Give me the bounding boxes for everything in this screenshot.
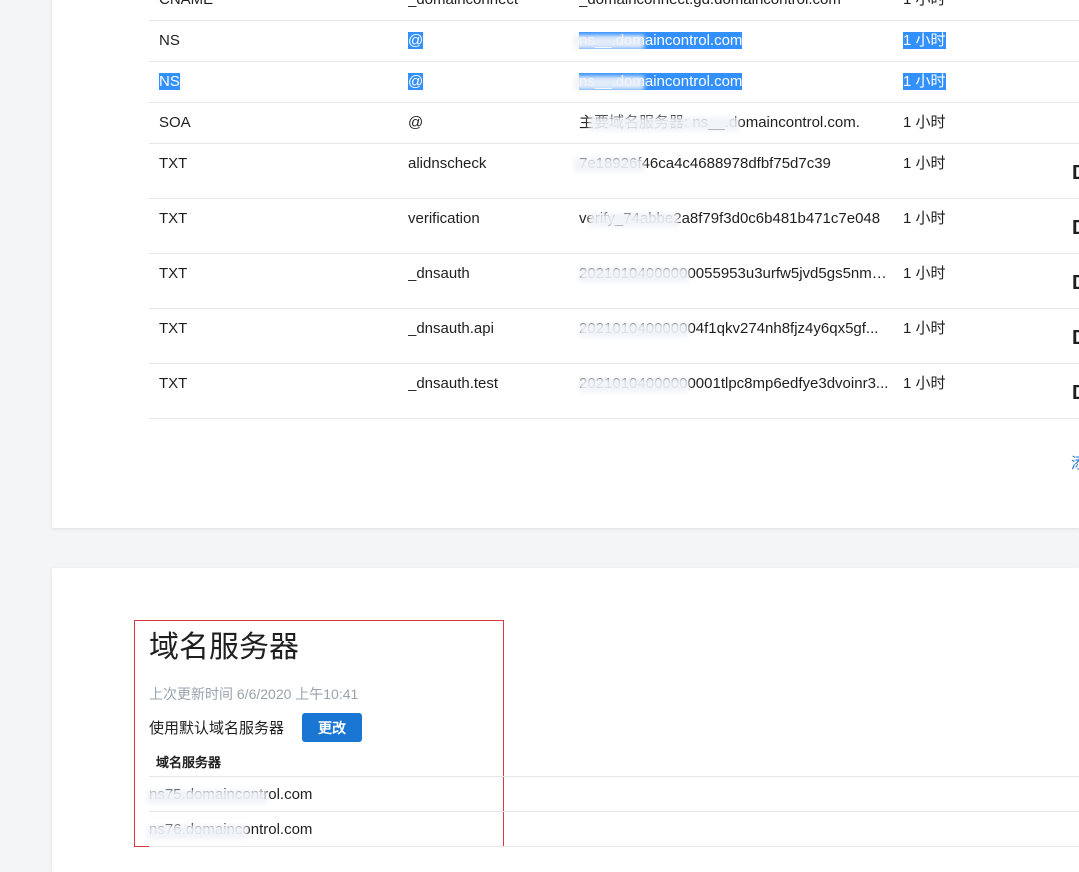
row-action-button[interactable]: D bbox=[1072, 163, 1079, 183]
dns-record-row: TXT _dnsauth.test 20210104000000001tlpc8mp… bbox=[149, 364, 1079, 419]
record-ttl: 1 小时 bbox=[903, 155, 963, 173]
record-ttl-text: 1 小时 bbox=[903, 73, 946, 90]
record-name: verification bbox=[408, 210, 558, 228]
record-type: TXT bbox=[159, 155, 359, 173]
record-ttl: 1 小时 bbox=[903, 73, 963, 91]
nameservers-card: 域名服务器 上次更新时间 6/6/2020 上午10:41 使用默认域名服务器 … bbox=[52, 568, 1079, 872]
dns-record-row: TXT _dnsauth 20210104000000055953u3urfw5jv… bbox=[149, 254, 1079, 309]
record-type: TXT bbox=[159, 375, 359, 393]
row-action-button[interactable]: D bbox=[1072, 218, 1079, 238]
record-type-text: TXT bbox=[159, 210, 188, 227]
record-ttl-text: 1 小时 bbox=[903, 210, 946, 227]
dns-record-row: TXT _dnsauth.api 202101040000004f1qkv274nh… bbox=[149, 309, 1079, 364]
record-type: CNAME bbox=[159, 0, 359, 9]
redaction-blur bbox=[147, 790, 267, 804]
record-name-text: @ bbox=[408, 114, 424, 131]
record-type-text: NS bbox=[159, 73, 180, 90]
redaction-blur bbox=[574, 158, 644, 172]
redaction-blur bbox=[579, 268, 689, 282]
record-value: _domainconnect.gd.domaincontrol.com bbox=[579, 0, 889, 9]
record-type: NS bbox=[159, 73, 359, 91]
record-name: @ bbox=[408, 73, 558, 91]
record-name-text: @ bbox=[408, 73, 424, 90]
record-name-text: verification bbox=[408, 210, 480, 227]
record-ttl-text: 1 小时 bbox=[903, 320, 946, 337]
divider bbox=[149, 776, 1079, 777]
record-name-text: _dnsauth bbox=[408, 265, 470, 282]
record-name: alidnscheck bbox=[408, 155, 558, 173]
record-ttl-text: 1 小时 bbox=[903, 155, 946, 172]
nameservers-title: 域名服务器 bbox=[149, 631, 299, 664]
dns-record-row: SOA@主要域名服务器: ns__.domaincontrol.com.1 小时 bbox=[149, 103, 1079, 144]
row-action-button[interactable]: D bbox=[1072, 383, 1079, 403]
record-ttl: 1 小时 bbox=[903, 375, 963, 393]
redaction-blur bbox=[579, 378, 689, 392]
record-type: SOA bbox=[159, 114, 359, 132]
record-ttl: 1 小时 bbox=[903, 320, 963, 338]
redaction-blur bbox=[574, 35, 644, 49]
record-type-text: TXT bbox=[159, 155, 188, 172]
record-type: NS bbox=[159, 32, 359, 50]
record-ttl: 1 小时 bbox=[903, 114, 963, 132]
record-type: TXT bbox=[159, 265, 359, 283]
record-name: _dnsauth bbox=[408, 265, 558, 283]
record-type: TXT bbox=[159, 320, 359, 338]
record-name-text: _domainconnect bbox=[408, 0, 518, 8]
redaction-blur bbox=[589, 213, 679, 227]
redaction-blur bbox=[579, 323, 689, 337]
record-type-text: TXT bbox=[159, 265, 188, 282]
dns-records-table: CNAME _domainconnect _domainconnect.gd.dom… bbox=[149, 0, 1079, 419]
record-name: _dnsauth.api bbox=[408, 320, 558, 338]
record-type-text: NS bbox=[159, 32, 180, 49]
row-action-button[interactable]: D bbox=[1072, 273, 1079, 293]
record-type: TXT bbox=[159, 210, 359, 228]
dns-record-row: CNAME _domainconnect _domainconnect.gd.dom… bbox=[149, 0, 1079, 21]
record-ttl-text: 1 小时 bbox=[903, 32, 946, 49]
divider bbox=[149, 811, 1079, 812]
dns-record-row: NS @ ns__.domaincontrol.com 1 小时 bbox=[149, 62, 1079, 103]
dns-record-row: TXT alidnscheck 7e18926f46ca4c4688978dfbf7… bbox=[149, 144, 1079, 199]
record-name-text: _dnsauth.test bbox=[408, 375, 499, 392]
redaction-blur bbox=[589, 117, 739, 131]
record-type-text: TXT bbox=[159, 375, 188, 392]
record-type-text: CNAME bbox=[159, 0, 213, 8]
record-name: _dnsauth.test bbox=[408, 375, 558, 393]
nameservers-column-header: 域名服务器 bbox=[156, 755, 222, 770]
record-ttl-text: 1 小时 bbox=[903, 375, 946, 392]
record-ttl-text: 1 小时 bbox=[903, 114, 946, 131]
record-name-text: _dnsauth.api bbox=[408, 320, 494, 337]
divider bbox=[149, 846, 1079, 847]
record-name-text: alidnscheck bbox=[408, 155, 487, 172]
record-ttl-text: 1 小时 bbox=[903, 0, 946, 8]
record-value-text: _domainconnect.gd.domaincontrol.com bbox=[579, 0, 841, 8]
record-name: @ bbox=[408, 32, 558, 50]
dns-record-row: NS @ ns__.domaincontrol.com 1 小时 bbox=[149, 21, 1079, 62]
record-ttl: 1 小时 bbox=[903, 32, 963, 50]
dns-record-row: TXT verification verify_74abbe2a8f79f3d0c6… bbox=[149, 199, 1079, 254]
record-name-text: @ bbox=[408, 32, 424, 49]
redaction-blur bbox=[147, 825, 247, 839]
record-ttl: 1 小时 bbox=[903, 265, 963, 283]
redaction-blur bbox=[574, 76, 644, 90]
record-ttl: 1 小时 bbox=[903, 210, 963, 228]
default-nameserver-label: 使用默认域名服务器 bbox=[149, 720, 285, 737]
record-type-text: SOA bbox=[159, 114, 191, 131]
record-ttl-text: 1 小时 bbox=[903, 265, 946, 282]
last-updated-text: 上次更新时间 6/6/2020 上午10:41 bbox=[149, 686, 359, 702]
dns-records-card: CNAME _domainconnect _domainconnect.gd.dom… bbox=[52, 0, 1079, 528]
record-ttl: 1 小时 bbox=[903, 0, 963, 9]
record-name: @ bbox=[408, 114, 558, 132]
change-nameservers-button[interactable]: 更改 bbox=[302, 713, 362, 742]
add-more-link[interactable]: 添 bbox=[1071, 452, 1079, 473]
record-type-text: TXT bbox=[159, 320, 188, 337]
row-action-button[interactable]: D bbox=[1072, 328, 1079, 348]
record-name: _domainconnect bbox=[408, 0, 558, 9]
